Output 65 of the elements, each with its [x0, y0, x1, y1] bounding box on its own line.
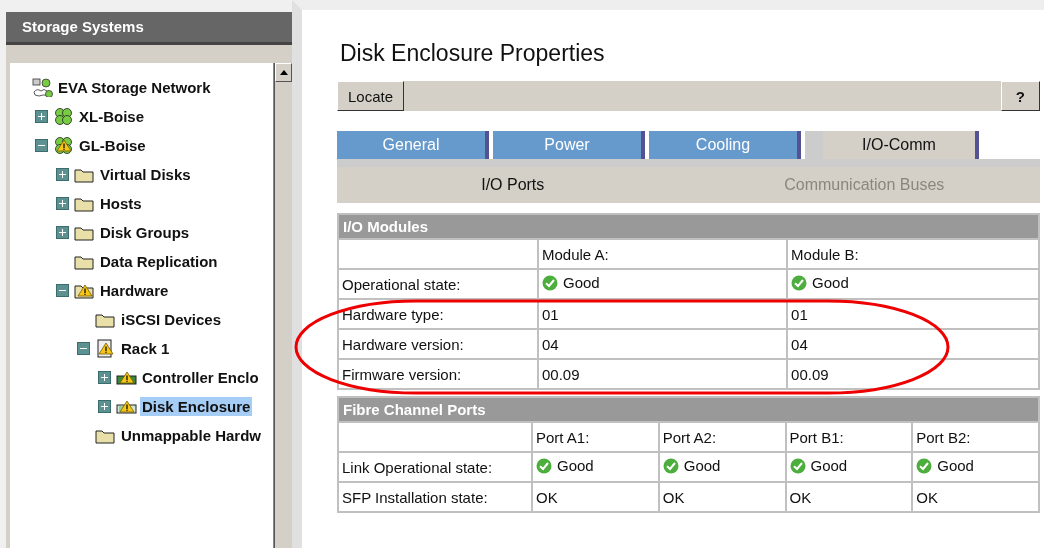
tree-item[interactable]: iSCSI Devices: [119, 310, 224, 329]
check-icon: [662, 457, 679, 474]
row-label: SFP Installation state:: [338, 482, 532, 512]
row-label: Firmware version:: [338, 359, 538, 389]
table-cell: 00.09: [787, 359, 1039, 389]
tree-item[interactable]: EVA Storage Network: [56, 78, 213, 97]
tree-item[interactable]: XL-Boise: [77, 107, 146, 126]
tree-item[interactable]: Rack 1: [119, 339, 172, 358]
table-cell: 01: [787, 299, 1039, 329]
tree-item[interactable]: Data Replication: [98, 252, 220, 271]
expand-toggle[interactable]: [56, 226, 69, 239]
tab[interactable]: I/O-Comm: [805, 131, 979, 159]
row-label: Link Operational state:: [338, 452, 532, 482]
status-text: Good: [810, 457, 848, 475]
status-text: Good: [937, 457, 974, 475]
tree-item[interactable]: Virtual Disks: [98, 165, 193, 184]
locate-button[interactable]: Locate: [337, 81, 405, 111]
table-cell: 04: [787, 329, 1039, 359]
expand-toggle[interactable]: [56, 197, 69, 210]
help-button[interactable]: ?: [1000, 81, 1040, 111]
column-header: Port A2:: [658, 422, 786, 452]
row-label: Operational state:: [338, 269, 538, 299]
subtab[interactable]: I/O Ports: [337, 167, 689, 203]
page-title: Disk Enclosure Properties: [340, 40, 606, 67]
collapse-toggle[interactable]: [56, 284, 69, 297]
table-cell: OK: [785, 482, 913, 512]
scroll-up-icon[interactable]: [279, 70, 288, 75]
check-icon: [789, 457, 806, 474]
tree-item[interactable]: Disk Groups: [98, 223, 192, 242]
expand-toggle[interactable]: [56, 168, 69, 181]
check-icon: [536, 457, 552, 474]
panel-title: Storage Systems: [6, 12, 292, 45]
table-cell: 04: [538, 329, 788, 359]
status-text: Good: [812, 274, 849, 292]
column-header: Module B:: [787, 239, 1039, 269]
collapse-toggle[interactable]: [77, 342, 90, 355]
table-cell: 00.09: [538, 359, 788, 389]
table-heading: I/O Modules: [338, 214, 1039, 239]
column-header: Port B2:: [912, 422, 1039, 452]
column-header: Module A:: [538, 239, 788, 269]
status-text: Good: [563, 274, 600, 292]
status-text: Good: [683, 457, 721, 475]
tree-item[interactable]: Controller Enclo: [140, 368, 261, 387]
expand-toggle[interactable]: [98, 400, 111, 413]
collapse-toggle[interactable]: [35, 139, 48, 152]
table-cell: OK: [658, 482, 786, 512]
expand-toggle[interactable]: [98, 371, 111, 384]
table-cell: OK: [912, 482, 1039, 512]
expand-toggle[interactable]: [35, 110, 48, 123]
tree-item[interactable]: Disk Enclosure: [140, 397, 253, 416]
status-text: Good: [557, 457, 594, 475]
column-header: Port A1:: [532, 422, 659, 452]
check-icon: [542, 274, 558, 291]
tree-item[interactable]: Hosts: [98, 194, 144, 213]
table-heading: Fibre Channel Ports: [338, 397, 1039, 422]
tree-item[interactable]: Unmappable Hardw: [119, 426, 264, 445]
table-cell: OK: [532, 482, 659, 512]
tree-item[interactable]: GL-Boise: [77, 136, 148, 155]
row-label: Hardware type:: [338, 299, 538, 329]
row-label: Hardware version:: [338, 329, 538, 359]
column-header: Port B1:: [785, 422, 913, 452]
check-icon: [791, 274, 808, 291]
check-icon: [916, 457, 933, 474]
scrollbar[interactable]: [274, 63, 292, 548]
tree-item[interactable]: Hardware: [98, 281, 171, 300]
